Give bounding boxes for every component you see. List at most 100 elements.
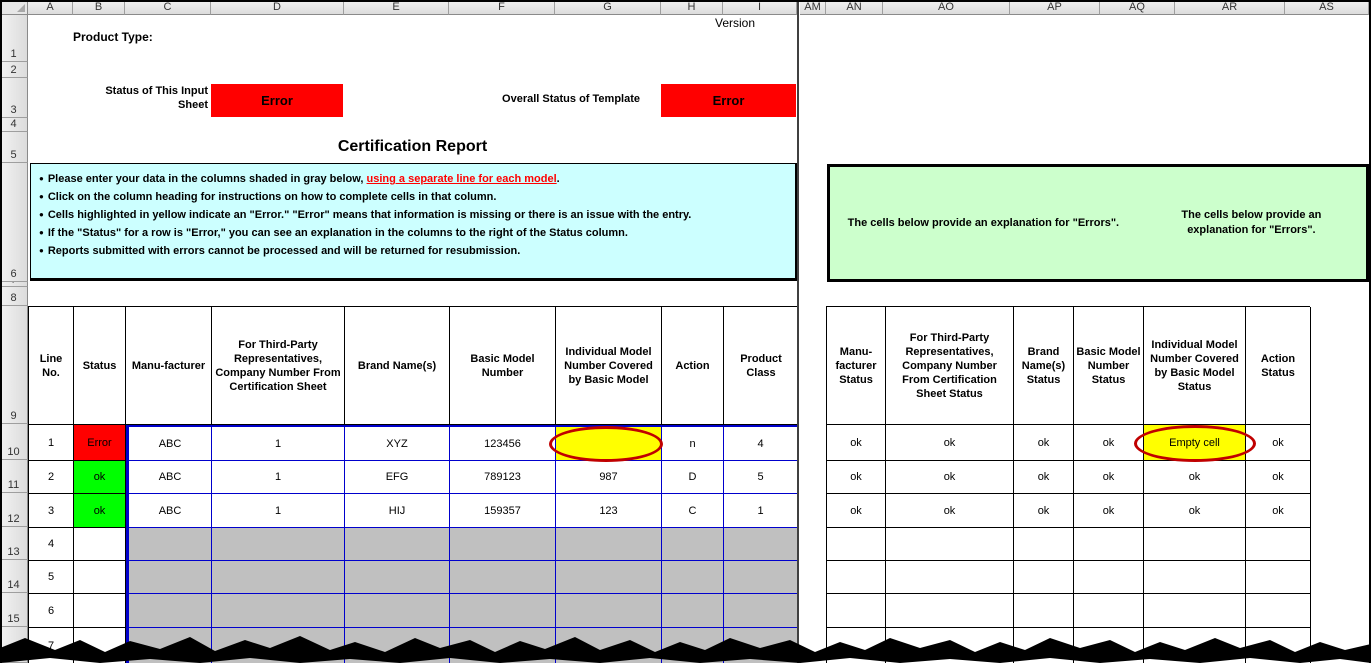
overall-status-indicator[interactable]: Error: [661, 84, 796, 117]
cell-input-empty[interactable]: [450, 594, 556, 628]
cell-manufacturer[interactable]: ABC: [126, 494, 212, 528]
col-header-basic-model-status[interactable]: Basic Model Number Status: [1074, 307, 1144, 425]
row-header-11[interactable]: 11: [0, 460, 28, 493]
cell-individual-model-status[interactable]: ok: [1144, 494, 1246, 528]
cell-manufacturer-status[interactable]: ok: [827, 494, 886, 528]
cell-input-empty[interactable]: [724, 561, 799, 594]
cell-input-empty[interactable]: [556, 594, 662, 628]
cell-input-empty[interactable]: [126, 528, 212, 561]
col-header-individual-model[interactable]: Individual Model Number Covered by Basic…: [556, 307, 662, 425]
cell-basic-model[interactable]: 123456: [450, 425, 556, 461]
cell-input-empty[interactable]: [556, 561, 662, 594]
row-header-8[interactable]: 8: [0, 287, 28, 306]
cell-brand-name[interactable]: EFG: [345, 461, 450, 494]
cell-empty[interactable]: [1144, 628, 1246, 663]
cell-manufacturer-status[interactable]: ok: [827, 461, 886, 494]
row-header-1[interactable]: 1: [0, 15, 28, 62]
column-header-AQ[interactable]: AQ: [1100, 0, 1175, 15]
column-header-E[interactable]: E: [344, 0, 449, 15]
row-header-5[interactable]: 5: [0, 132, 28, 163]
row-header-16[interactable]: 16: [0, 627, 28, 663]
cell-company-number[interactable]: 1: [212, 494, 345, 528]
cell-action-status[interactable]: ok: [1246, 494, 1311, 528]
cell-product-class[interactable]: 4: [724, 425, 799, 461]
cell-line-no[interactable]: 5: [29, 561, 74, 594]
cell-input-empty[interactable]: [212, 561, 345, 594]
cell-brand-name-status[interactable]: ok: [1014, 494, 1074, 528]
col-header-line-no[interactable]: Line No.: [29, 307, 74, 425]
cell-product-class[interactable]: 1: [724, 494, 799, 528]
column-header-AR[interactable]: AR: [1175, 0, 1285, 15]
row-header-14[interactable]: 14: [0, 560, 28, 593]
cell-brand-name[interactable]: HIJ: [345, 494, 450, 528]
cell-empty[interactable]: [886, 594, 1014, 628]
column-header-G[interactable]: G: [555, 0, 661, 15]
cell-empty[interactable]: [1014, 561, 1074, 594]
cell-empty[interactable]: [827, 594, 886, 628]
cell-company-number[interactable]: 1: [212, 425, 345, 461]
cell-input-empty[interactable]: [662, 594, 724, 628]
cell-input-empty[interactable]: [212, 628, 345, 663]
cell-status-empty[interactable]: [74, 594, 126, 628]
row-header-6[interactable]: 6: [0, 163, 28, 282]
cell-empty[interactable]: [1074, 628, 1144, 663]
cell-individual-model-status[interactable]: ok: [1144, 461, 1246, 494]
cell-action[interactable]: C: [662, 494, 724, 528]
row-header-9[interactable]: 9: [0, 306, 28, 424]
cell-line-no[interactable]: 4: [29, 528, 74, 561]
cell-input-empty[interactable]: [556, 528, 662, 561]
cell-status-ok[interactable]: ok: [74, 494, 126, 528]
cell-action-status[interactable]: ok: [1246, 461, 1311, 494]
column-header-C[interactable]: C: [125, 0, 211, 15]
cell-manufacturer[interactable]: ABC: [126, 461, 212, 494]
cell-status-empty[interactable]: [74, 628, 126, 663]
cell-line-no[interactable]: 3: [29, 494, 74, 528]
column-header-AN[interactable]: AN: [826, 0, 883, 15]
cell-empty[interactable]: [886, 561, 1014, 594]
col-header-action[interactable]: Action: [662, 307, 724, 425]
cell-input-empty[interactable]: [126, 594, 212, 628]
cell-individual-model[interactable]: 123: [556, 494, 662, 528]
cell-empty[interactable]: [1144, 594, 1246, 628]
cell-action[interactable]: n: [662, 425, 724, 461]
column-header-I[interactable]: I: [723, 0, 797, 15]
cell-status-error[interactable]: Error: [74, 425, 126, 461]
column-header-AS[interactable]: AS: [1285, 0, 1369, 15]
cell-action[interactable]: D: [662, 461, 724, 494]
cell-input-empty[interactable]: [450, 628, 556, 663]
cell-input-empty[interactable]: [724, 628, 799, 663]
cell-status-ok[interactable]: ok: [74, 461, 126, 494]
cell-input-empty[interactable]: [345, 528, 450, 561]
cell-company-number-status[interactable]: ok: [886, 494, 1014, 528]
cell-brand-name-status[interactable]: ok: [1014, 461, 1074, 494]
select-all-corner[interactable]: [0, 0, 28, 15]
col-header-brand-name[interactable]: Brand Name(s): [345, 307, 450, 425]
cell-empty[interactable]: [1074, 561, 1144, 594]
cell-empty[interactable]: [1246, 528, 1311, 561]
cell-basic-model-status[interactable]: ok: [1074, 461, 1144, 494]
cell-empty[interactable]: [1074, 594, 1144, 628]
cell-empty[interactable]: [886, 628, 1014, 663]
cell-empty[interactable]: [1144, 528, 1246, 561]
cell-line-no[interactable]: 7: [29, 628, 74, 663]
col-header-action-status[interactable]: Action Status: [1246, 307, 1311, 425]
cell-basic-model[interactable]: 789123: [450, 461, 556, 494]
cell-input-empty[interactable]: [212, 594, 345, 628]
cell-basic-model-status[interactable]: ok: [1074, 494, 1144, 528]
col-header-product-class[interactable]: Product Class: [724, 307, 799, 425]
cell-input-empty[interactable]: [662, 628, 724, 663]
cell-manufacturer-status[interactable]: ok: [827, 425, 886, 461]
cell-input-empty[interactable]: [345, 594, 450, 628]
cell-basic-model[interactable]: 159357: [450, 494, 556, 528]
row-header-12[interactable]: 12: [0, 493, 28, 527]
cell-empty[interactable]: [1144, 561, 1246, 594]
column-header-AP[interactable]: AP: [1010, 0, 1100, 15]
cell-empty[interactable]: [1014, 628, 1074, 663]
column-header-AO[interactable]: AO: [883, 0, 1010, 15]
cell-company-number-status[interactable]: ok: [886, 425, 1014, 461]
column-header-AM[interactable]: AM: [800, 0, 826, 15]
col-header-basic-model[interactable]: Basic Model Number: [450, 307, 556, 425]
column-header-B[interactable]: B: [73, 0, 125, 15]
column-header-A[interactable]: A: [28, 0, 73, 15]
col-header-company-number-status[interactable]: For Third-Party Representatives, Company…: [886, 307, 1014, 425]
